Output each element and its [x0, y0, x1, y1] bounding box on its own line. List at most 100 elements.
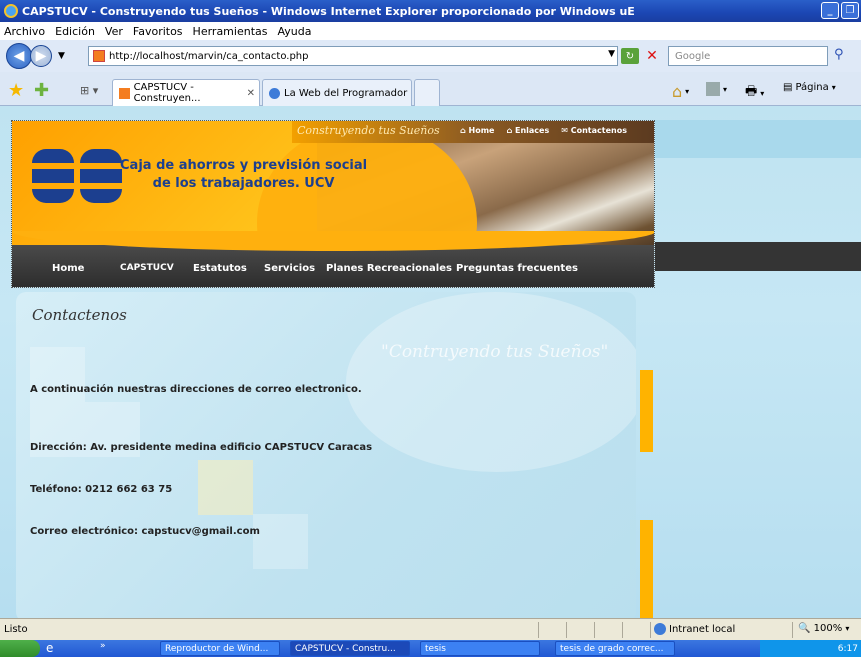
- quick-tabs-icon[interactable]: ⊞ ▾: [80, 84, 98, 97]
- top-link-enlaces[interactable]: ⌂ Enlaces: [506, 126, 549, 135]
- nav-capstucv[interactable]: CAPSTUCV: [120, 257, 174, 279]
- top-link-home[interactable]: ⌂ Home: [460, 126, 494, 135]
- top-links: ⌂ Home ⌂ Enlaces ✉ Contactenos: [460, 126, 627, 135]
- tab-label: CAPSTUCV - Construyen...: [133, 82, 201, 104]
- taskbar-item[interactable]: tesis: [420, 641, 540, 656]
- decor-square: [198, 460, 253, 515]
- page-menu[interactable]: ▤ Página ▾: [783, 82, 836, 93]
- accent-bar: [640, 370, 653, 452]
- phone-text: Teléfono: 0212 662 63 75: [30, 484, 173, 495]
- company-line1: Caja de ahorros y previsión social: [120, 158, 368, 173]
- system-tray: 6:17: [760, 640, 861, 657]
- zoom-control[interactable]: 🔍 100% ▾: [798, 623, 849, 634]
- stop-button[interactable]: ✕: [644, 48, 660, 64]
- close-tab-icon[interactable]: ✕: [247, 88, 255, 99]
- zoom-icon: 🔍: [798, 623, 811, 634]
- quicklaunch-ie-icon[interactable]: e: [46, 641, 53, 655]
- minimize-button[interactable]: _: [821, 2, 839, 19]
- right-band: [655, 120, 861, 158]
- tab-favicon-icon: [119, 87, 130, 99]
- menu-favoritos[interactable]: Favoritos: [133, 25, 183, 38]
- taskbar-item-label: tesis: [425, 643, 446, 654]
- clock: 6:17: [837, 643, 858, 654]
- company-name: Caja de ahorros y previsión social de lo…: [120, 157, 367, 193]
- decor-square: [253, 514, 308, 569]
- accent-bar: [640, 520, 653, 618]
- home-icon: ⌂: [672, 82, 683, 101]
- taskbar-item[interactable]: Reproductor de Wind...: [160, 641, 280, 656]
- nav-servicios[interactable]: Servicios: [264, 257, 315, 280]
- feeds-button[interactable]: ▾: [706, 82, 727, 96]
- window-controls: _ ❐: [821, 2, 859, 19]
- nav-estatutos[interactable]: Estatutos: [193, 257, 247, 280]
- nav-home[interactable]: Home: [52, 257, 84, 280]
- security-zone[interactable]: Intranet local: [654, 623, 735, 635]
- new-tab-button[interactable]: [414, 79, 440, 106]
- favorites-star-icon[interactable]: ★: [8, 80, 24, 101]
- add-favorites-icon[interactable]: ✚: [34, 80, 49, 101]
- address-dropdown-icon[interactable]: ▼: [608, 49, 615, 59]
- history-dropdown-icon[interactable]: ▼: [58, 51, 65, 61]
- quicklaunch-more-icon[interactable]: »: [100, 641, 106, 651]
- address-toolbar: ◀ ▶ ▼ http://localhost/marvin/ca_contact…: [0, 40, 861, 72]
- tab-capstucv[interactable]: CAPSTUCV - Construyen... ✕: [112, 79, 260, 106]
- browser-window: CAPSTUCV - Construyendo tus Sueños - Win…: [0, 0, 861, 657]
- nav-planes-recreacionales[interactable]: Planes Recreacionales: [326, 257, 452, 280]
- title-bar: CAPSTUCV - Construyendo tus Sueños - Win…: [0, 0, 861, 22]
- home-button[interactable]: ⌂ ▾: [672, 82, 689, 101]
- taskbar: e » Reproductor de Wind... CAPSTUCV - Co…: [0, 640, 861, 657]
- printer-icon: 🖶: [745, 84, 758, 99]
- tab-bar: ★ ✚ ⊞ ▾ CAPSTUCV - Construyen... ✕ La We…: [0, 72, 861, 106]
- search-icon[interactable]: ⚲: [834, 47, 854, 65]
- content-panel: Contactenos "Contruyendo tus Sueños" A c…: [16, 292, 636, 618]
- nav-curve: [12, 231, 654, 251]
- intro-text: A continuación nuestras direcciones de c…: [30, 384, 362, 395]
- menu-herramientas[interactable]: Herramientas: [193, 25, 268, 38]
- company-line2: de los trabajadores. UCV: [152, 176, 335, 191]
- taskbar-item-label: Reproductor de Wind...: [165, 643, 269, 654]
- taskbar-item[interactable]: tesis de grado correc...: [555, 641, 675, 656]
- window-title: CAPSTUCV - Construyendo tus Sueños - Win…: [22, 4, 635, 18]
- header-slogan: Construyendo tus Sueños: [297, 124, 440, 137]
- top-link-contactenos-label: Contactenos: [570, 126, 627, 135]
- top-link-enlaces-label: Enlaces: [514, 126, 550, 135]
- search-placeholder: Google: [675, 50, 711, 62]
- refresh-button[interactable]: ↻: [621, 48, 639, 64]
- menu-bar: Archivo Edición Ver Favoritos Herramient…: [0, 22, 861, 40]
- speech-bubble-graphic: [346, 292, 636, 472]
- search-input[interactable]: Google: [668, 46, 828, 66]
- tab-web-programador[interactable]: La Web del Programador: [262, 79, 412, 106]
- site-header: Construyendo tus Sueños ⌂ Home ⌂ Enlaces…: [11, 120, 655, 288]
- page-menu-label: Página: [795, 82, 829, 93]
- page-icon: ▤: [783, 82, 793, 93]
- email-text: Correo electrónico: capstucv@gmail.com: [30, 526, 260, 537]
- menu-archivo[interactable]: Archivo: [4, 25, 45, 38]
- rss-icon: [706, 82, 720, 96]
- menu-edicion[interactable]: Edición: [55, 25, 95, 38]
- page-heading: Contactenos: [32, 306, 127, 324]
- maximize-button[interactable]: ❐: [841, 2, 859, 19]
- taskbar-item-label: CAPSTUCV - Constru...: [295, 643, 396, 654]
- forward-button[interactable]: ▶: [30, 45, 52, 67]
- menu-ayuda[interactable]: Ayuda: [277, 25, 311, 38]
- top-link-home-label: Home: [468, 126, 495, 135]
- start-button[interactable]: [0, 640, 40, 657]
- status-text: Listo: [4, 624, 28, 635]
- back-button[interactable]: ◀: [6, 43, 32, 69]
- address-url: http://localhost/marvin/ca_contacto.php: [109, 50, 309, 62]
- print-button[interactable]: 🖶 ▾: [745, 82, 764, 104]
- main-nav: Home CAPSTUCV Estatutos Servicios Planes…: [12, 231, 654, 287]
- favicon-icon: [93, 50, 105, 62]
- tab-label: La Web del Programador: [284, 87, 408, 99]
- address-text: Dirección: Av. presidente medina edifici…: [30, 442, 373, 453]
- nav-preguntas-frecuentes[interactable]: Preguntas frecuentes: [456, 257, 578, 280]
- page-viewport[interactable]: Construyendo tus Sueños ⌂ Home ⌂ Enlaces…: [0, 106, 861, 618]
- top-link-contactenos[interactable]: ✉ Contactenos: [561, 126, 627, 135]
- site-logo: [32, 141, 132, 216]
- address-input[interactable]: http://localhost/marvin/ca_contacto.php …: [88, 46, 618, 66]
- ie-logo-icon: [4, 4, 18, 18]
- taskbar-item-active[interactable]: CAPSTUCV - Constru...: [290, 641, 410, 656]
- right-nav-extension: [655, 242, 861, 271]
- menu-ver[interactable]: Ver: [105, 25, 123, 38]
- globe-icon: [654, 623, 666, 635]
